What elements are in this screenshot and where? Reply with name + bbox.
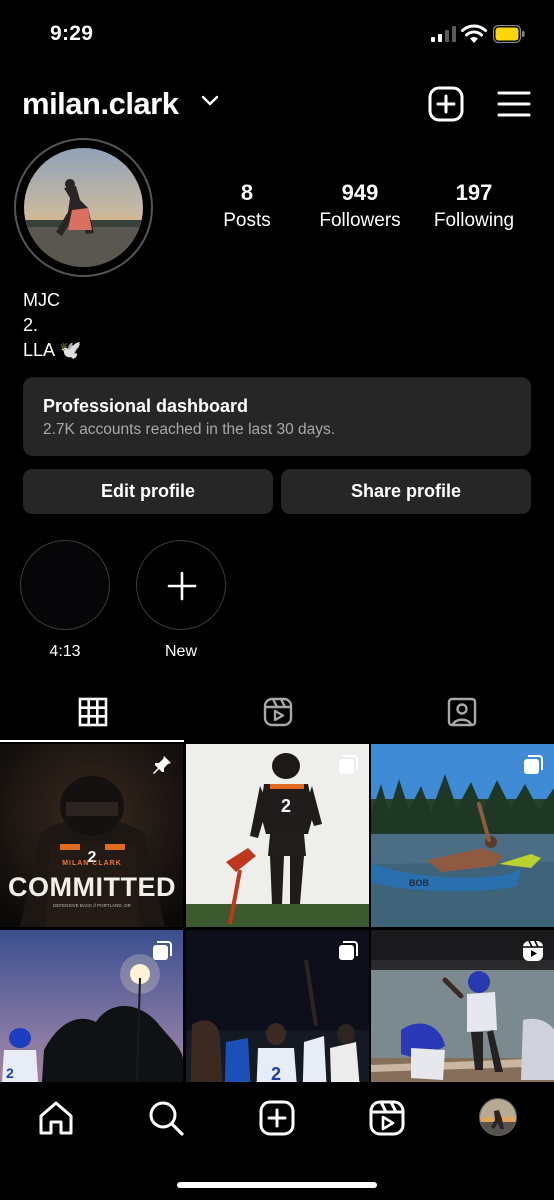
highlight-cover	[136, 540, 226, 630]
grid-icon	[78, 697, 108, 727]
professional-dashboard-card[interactable]: Professional dashboard 2.7K accounts rea…	[23, 377, 531, 456]
plus-icon	[167, 571, 197, 601]
post-jersey-number: 2	[6, 1065, 14, 1081]
nav-reels[interactable]	[367, 1098, 407, 1138]
nav-profile-avatar[interactable]	[479, 1098, 517, 1136]
username-switcher[interactable]: milan.clark	[22, 86, 179, 122]
profile-bio: MJC 2. LLA 🕊️	[23, 288, 81, 363]
edit-profile-button[interactable]: Edit profile	[23, 469, 273, 514]
grid-post[interactable]: 2	[186, 744, 369, 927]
nav-search[interactable]	[146, 1098, 186, 1138]
dashboard-subtitle: 2.7K accounts reached in the last 30 day…	[43, 421, 336, 438]
new-highlight-button[interactable]: New	[135, 540, 227, 661]
highlight-cover	[20, 540, 110, 630]
following-stat[interactable]: 197 Following	[424, 180, 524, 232]
status-time: 9:29	[50, 22, 94, 45]
highlight-label: 4:13	[49, 643, 81, 660]
profile-avatar[interactable]	[24, 148, 143, 267]
bio-line: LLA 🕊️	[23, 340, 82, 360]
tab-posts[interactable]	[0, 688, 184, 742]
carousel-icon	[153, 941, 172, 960]
carousel-icon	[524, 755, 543, 774]
profile-header: milan.clark	[0, 80, 554, 130]
reels-icon	[523, 940, 543, 961]
bio-line: 2.	[23, 315, 39, 335]
post-jersey-number: 2	[271, 1064, 281, 1084]
carousel-icon	[339, 941, 358, 960]
posts-stat[interactable]: 8 Posts	[207, 180, 287, 232]
reels-icon	[369, 1100, 405, 1136]
grid-post[interactable]: 2 MILAN CLARK COMMITTED DEFENSIVE BACK /…	[0, 744, 183, 927]
posts-count: 8	[240, 180, 254, 205]
following-count: 197	[455, 180, 493, 205]
hamburger-icon[interactable]	[496, 88, 532, 120]
battery-icon	[493, 25, 525, 43]
carousel-icon	[339, 755, 358, 774]
home-indicator	[177, 1182, 377, 1188]
wifi-icon	[461, 24, 487, 43]
post-overlay-name: MILAN CLARK	[62, 860, 122, 867]
profile-tabs	[0, 688, 554, 742]
post-kayak-label: BOB	[409, 878, 430, 888]
chevron-down-icon[interactable]	[201, 95, 219, 107]
home-icon	[39, 1101, 73, 1135]
nav-home[interactable]	[36, 1098, 76, 1138]
grid-post[interactable]: BOB	[371, 744, 554, 927]
status-bar: 9:29	[0, 0, 554, 70]
share-profile-button[interactable]: Share profile	[281, 469, 531, 514]
following-label: Following	[433, 210, 515, 231]
avatar-photo	[24, 148, 143, 267]
pin-icon	[153, 756, 171, 774]
reels-icon	[263, 697, 293, 727]
tab-tagged[interactable]	[369, 688, 553, 742]
followers-label: Followers	[319, 210, 401, 231]
followers-stat[interactable]: 949 Followers	[310, 180, 410, 232]
create-icon	[259, 1100, 295, 1136]
followers-count: 949	[341, 180, 379, 205]
post-overlay-headline: COMMITTED	[8, 872, 176, 902]
cellular-signal-icon	[431, 26, 456, 42]
tagged-icon	[447, 697, 477, 727]
plus-square-icon[interactable]	[428, 86, 464, 122]
highlight-label: New	[164, 643, 197, 660]
post-overlay-subtitle: DEFENSIVE BACK // PORTLAND, OR	[53, 903, 131, 908]
nav-create[interactable]	[257, 1098, 297, 1138]
story-highlight[interactable]: 4:13	[19, 540, 111, 661]
tab-reels[interactable]	[185, 688, 369, 742]
posts-label: Posts	[223, 210, 271, 231]
post-jersey-number: 2	[281, 796, 291, 816]
bio-name: MJC	[23, 290, 60, 310]
dashboard-title: Professional dashboard	[43, 396, 249, 416]
search-icon	[149, 1101, 184, 1136]
avatar-photo	[480, 1099, 516, 1135]
